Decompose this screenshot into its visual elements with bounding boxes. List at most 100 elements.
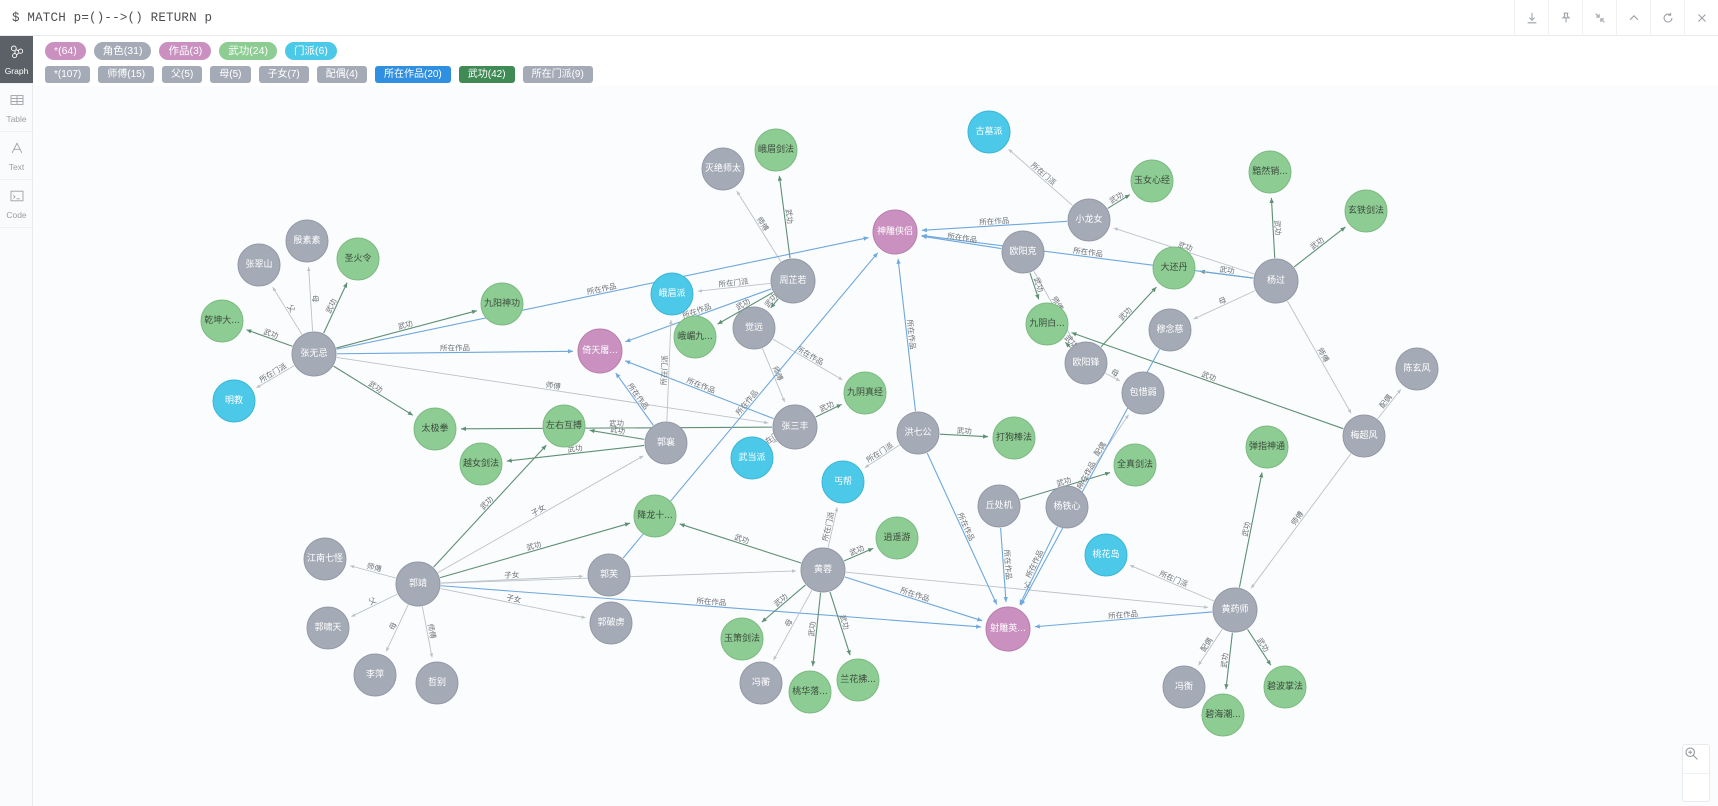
graph-node[interactable]: 杨过 [1253,258,1299,304]
graph-edge[interactable]: 师傅 [1286,300,1352,414]
graph-node[interactable]: 大还丹 [1152,246,1196,290]
graph-edge[interactable]: 武功 [1100,286,1157,348]
graph-node[interactable]: 九阴白... [1025,302,1069,346]
graph-node[interactable]: 射雕英... [985,606,1031,652]
shrink-icon[interactable] [1582,0,1616,36]
graph-edge[interactable]: 所在门派 [256,360,295,389]
graph-node[interactable]: 碧海潮... [1201,693,1245,737]
graph-edge[interactable]: 所在作品 [926,452,998,605]
graph-edge[interactable]: 所在作品 [440,585,982,629]
rel-type-chip-2[interactable]: 父(5) [162,66,203,83]
graph-node[interactable]: 左右互搏 [542,404,586,448]
graph-edge[interactable]: 所在门派 [658,319,673,422]
graph-node[interactable]: 杨铁心 [1045,485,1089,529]
graph-node[interactable]: 弹指神通 [1245,425,1289,469]
graph-node[interactable]: 张翠山 [237,243,281,287]
graph-edge[interactable]: 武功 [506,442,645,463]
graph-node[interactable]: 丘处机 [977,484,1021,528]
graph-node[interactable]: 明教 [212,379,256,423]
graph-node[interactable]: 张无忌 [291,331,337,377]
graph-edge[interactable]: 武功 [829,591,852,656]
graph-node[interactable]: 倚天屠... [577,328,623,374]
graph-node[interactable]: 梅超风 [1342,414,1386,458]
graph-edge[interactable]: 武功 [1247,628,1272,666]
graph-node[interactable]: 小龙女 [1067,198,1111,242]
chevron-up-icon[interactable] [1616,0,1650,36]
rel-type-chip-1[interactable]: 师傅(15) [98,66,155,83]
sidebar-item-text[interactable]: Text [0,132,33,180]
node-label-chip-2[interactable]: 作品(3) [159,42,212,60]
graph-edge[interactable]: 母 [385,604,409,652]
graph-node[interactable]: 丐帮 [821,460,865,504]
graph-node[interactable]: 全真剑法 [1113,443,1157,487]
graph-node[interactable]: 江南七怪 [303,537,347,581]
graph-edge[interactable]: 母 [307,266,320,332]
graph-node[interactable]: 周芷若 [770,258,816,304]
graph-node[interactable]: 太极拳 [413,407,457,451]
graph-edge[interactable]: 武功 [1238,472,1264,588]
graph-node[interactable]: 逍遥游 [875,516,919,560]
graph-edge[interactable]: 武功 [1071,332,1344,430]
graph-edge[interactable]: 母 [1105,367,1121,382]
graph-node[interactable]: 玉女心经 [1130,159,1174,203]
graph-edge[interactable]: 所在作品 [921,230,1002,250]
graph-edge[interactable]: 配偶 [1198,628,1223,666]
graph-edge[interactable]: 所在门派 [1008,148,1073,206]
graph-node[interactable]: 兰花拂... [836,658,880,702]
rel-type-chip-0[interactable]: *(107) [45,66,91,83]
node-label-chip-1[interactable]: 角色(31) [93,42,152,60]
graph-edge[interactable]: 武功 [939,425,989,439]
graph-edge[interactable]: 所在门派 [864,440,900,469]
graph-edge[interactable]: 父 [272,286,303,335]
graph-node[interactable]: 九阴真经 [843,371,887,415]
graph-edge[interactable]: 师傅 [1250,453,1352,589]
sidebar-item-table[interactable]: Table [0,84,33,132]
graph-node[interactable]: 殷素素 [285,219,329,263]
graph-node[interactable]: 冯衡 [1162,665,1206,709]
graph-node[interactable]: 古墓派 [967,110,1011,154]
refresh-icon[interactable] [1650,0,1684,36]
graph-edge[interactable]: 师傅 [421,606,439,658]
rel-type-chip-4[interactable]: 子女(7) [258,66,309,83]
graph-node[interactable]: 郭襄 [644,421,688,465]
graph-node[interactable]: 觉远 [732,306,776,350]
graph-edge[interactable]: 师傅 [762,348,786,403]
graph-node[interactable]: 武当派 [730,436,774,480]
graph-node[interactable]: 圣火令 [336,237,380,281]
graph-node[interactable]: 峨眉派 [650,272,694,316]
graph-node[interactable]: 神雕侠侣 [872,209,918,255]
graph-edge[interactable]: 武功 [815,398,842,418]
graph-edge[interactable]: 武功 [1293,226,1346,268]
graph-node[interactable]: 李萍 [353,653,397,697]
graph-node[interactable]: 黄药师 [1212,587,1258,633]
node-label-chip-4[interactable]: 门派(6) [284,42,337,60]
graph-edge[interactable]: 武功 [761,584,806,623]
graph-node[interactable]: 乾坤大... [200,299,244,343]
graph-edge[interactable]: 武功 [1218,632,1233,690]
graph-node[interactable]: 峨眉剑法 [754,128,798,172]
graph-edge[interactable]: 所在门派 [1129,564,1215,602]
graph-edge[interactable]: 母 [1193,290,1256,320]
graph-edge[interactable]: 父 [351,593,398,617]
graph-node[interactable]: 黯然销... [1248,150,1292,194]
graph-edge[interactable]: 所在作品 [921,215,1068,233]
graph-edge[interactable]: 武功 [1029,272,1046,300]
close-icon[interactable] [1684,0,1718,36]
graph-edge[interactable]: 所在作品 [1034,608,1213,629]
graph-edge[interactable]: 武功 [589,424,645,440]
graph-edge[interactable]: 师傅 [736,190,782,262]
graph-node[interactable]: 桃华落... [788,670,832,714]
graph-node[interactable]: 欧阳克 [1001,230,1045,274]
rel-type-chip-7[interactable]: 武功(42) [458,66,515,83]
graph-edge[interactable]: 所在作品 [772,338,843,381]
graph-edge[interactable]: 所在作品 [896,258,918,412]
rel-type-chip-5[interactable]: 配偶(4) [316,66,367,83]
graph-node[interactable]: 郭靖 [395,561,441,607]
graph-edge[interactable]: 武功 [1107,189,1131,209]
graph-edge[interactable]: 所在作品 [336,342,574,355]
graph-edge[interactable]: 母 [773,589,813,661]
pin-icon[interactable] [1548,0,1582,36]
node-label-chip-3[interactable]: 武功(24) [219,42,277,60]
graph-node[interactable]: 穆念慈 [1148,308,1192,352]
graph-node[interactable]: 哲别 [415,661,459,705]
